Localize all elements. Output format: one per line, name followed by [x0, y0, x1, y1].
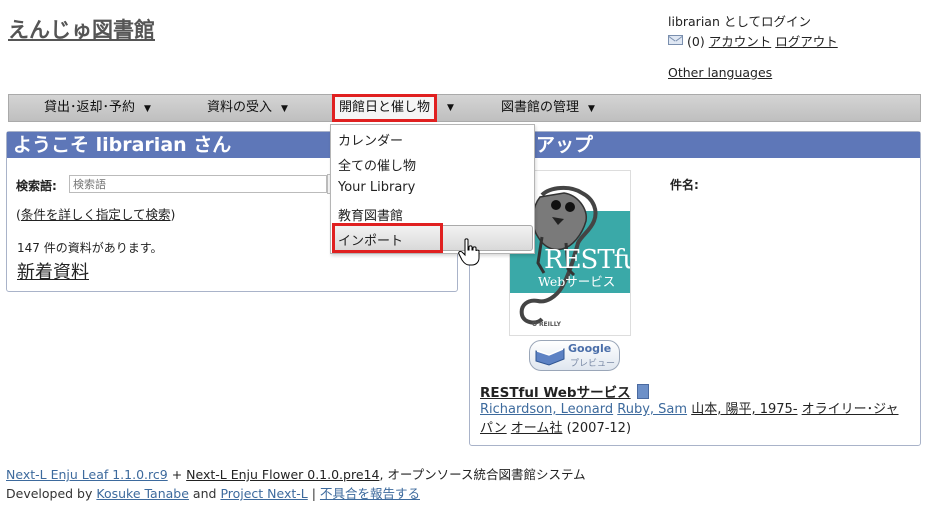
- footer-suffix: , オープンソース統合図書館システム: [379, 467, 586, 482]
- book-title: RESTful Webサービス: [480, 381, 649, 401]
- author-link[interactable]: Kosuke Tanabe: [96, 486, 189, 501]
- developed-by: Developed by: [6, 486, 93, 501]
- nav-events-label: 開館日と催し物: [339, 100, 431, 115]
- subject-label: 件名:: [670, 178, 699, 192]
- item-count: 147 件の資料があります。: [17, 241, 163, 255]
- footer-plus: +: [171, 467, 183, 482]
- footer-and: and: [192, 486, 217, 501]
- google-preview-button[interactable]: Google プレビュー: [529, 340, 620, 371]
- login-status: librarian としてログイン: [668, 14, 811, 29]
- cover-subtitle: Webサービス: [538, 274, 616, 289]
- mail-count: (0): [687, 34, 705, 49]
- book-title-link[interactable]: RESTful Webサービス: [480, 385, 631, 401]
- chevron-down-icon: ▼: [281, 104, 288, 114]
- menu-item-education-library[interactable]: 教育図書館: [338, 205, 403, 224]
- footer-developer: Developed by Kosuke Tanabe and Project N…: [6, 483, 420, 502]
- cover-publisher: O'REILLY: [532, 321, 561, 328]
- advanced-search-link[interactable]: 条件を詳しく指定して検索: [21, 207, 171, 222]
- advanced-search-close: ): [170, 207, 176, 222]
- enju-leaf-link[interactable]: Next-L Enju Leaf 1.1.0.rc9: [6, 467, 168, 482]
- mail-icon[interactable]: [668, 35, 683, 45]
- site-title-link[interactable]: えんじゅ図書館: [8, 14, 155, 44]
- google-preview-sub: プレビュー: [570, 359, 616, 369]
- account-links: (0) アカウント ログアウト: [668, 31, 838, 50]
- enju-flower-link[interactable]: Next-L Enju Flower 0.1.0.pre14: [186, 467, 379, 482]
- footer-credits: Next-L Enju Leaf 1.1.0.rc9 + Next-L Enju…: [6, 464, 586, 483]
- other-languages-link[interactable]: Other languages: [668, 65, 772, 80]
- nav-library-admin[interactable]: 図書館の管理 ▼: [501, 95, 595, 121]
- report-bug-link[interactable]: 不具合を報告する: [320, 486, 420, 501]
- search-input[interactable]: [69, 175, 327, 193]
- import-highlight-box: [332, 223, 443, 253]
- nav-acquisition-label: 資料の受入: [207, 100, 273, 115]
- logout-link[interactable]: ログアウト: [775, 34, 838, 49]
- project-link[interactable]: Project Next-L: [220, 486, 307, 501]
- chevron-down-icon: ▼: [588, 104, 595, 114]
- publication-date: (2007-12): [566, 421, 632, 436]
- events-dropdown-menu: カレンダー 全ての催し物 Your Library 教育図書館 インポート: [330, 124, 535, 254]
- chevron-down-icon: ▼: [144, 104, 151, 114]
- search-label: 検索語:: [16, 179, 57, 193]
- menu-item-calendar[interactable]: カレンダー: [338, 130, 403, 149]
- author-link[interactable]: Ruby, Sam: [617, 402, 687, 417]
- nav-library-admin-label: 図書館の管理: [501, 100, 580, 115]
- nav-events[interactable]: 開館日と催し物: [332, 94, 438, 122]
- google-preview-label: Google: [568, 342, 612, 355]
- menu-item-your-library[interactable]: Your Library: [338, 180, 415, 195]
- account-link[interactable]: アカウント: [709, 34, 772, 49]
- hand-cursor-icon: [458, 238, 480, 266]
- publisher-link[interactable]: オーム社: [511, 421, 563, 436]
- author-link[interactable]: Richardson, Leonard: [480, 402, 613, 417]
- book-icon: [636, 384, 649, 399]
- nav-acquisition[interactable]: 資料の受入 ▼: [207, 95, 288, 121]
- new-items-link[interactable]: 新着資料: [17, 258, 89, 284]
- nav-circulation[interactable]: 貸出･返却･予約 ▼: [44, 95, 151, 121]
- author-list: Richardson, Leonard Ruby, Sam 山本, 陽平, 19…: [480, 400, 910, 438]
- advanced-search: (条件を詳しく指定して検索): [16, 204, 175, 223]
- footer-separator: |: [311, 486, 316, 501]
- chevron-down-icon[interactable]: ▼: [447, 95, 454, 121]
- nav-circulation-label: 貸出･返却･予約: [44, 100, 136, 115]
- menu-item-all-events[interactable]: 全ての催し物: [338, 155, 416, 174]
- author-link[interactable]: 山本, 陽平, 1975-: [691, 402, 797, 417]
- pickup-panel-title: アップ: [470, 132, 920, 158]
- book-icon: [535, 348, 565, 366]
- main-nav: 貸出･返却･予約 ▼ 資料の受入 ▼ 開館日と催し物 ▼ 図書館の管理 ▼: [8, 94, 921, 122]
